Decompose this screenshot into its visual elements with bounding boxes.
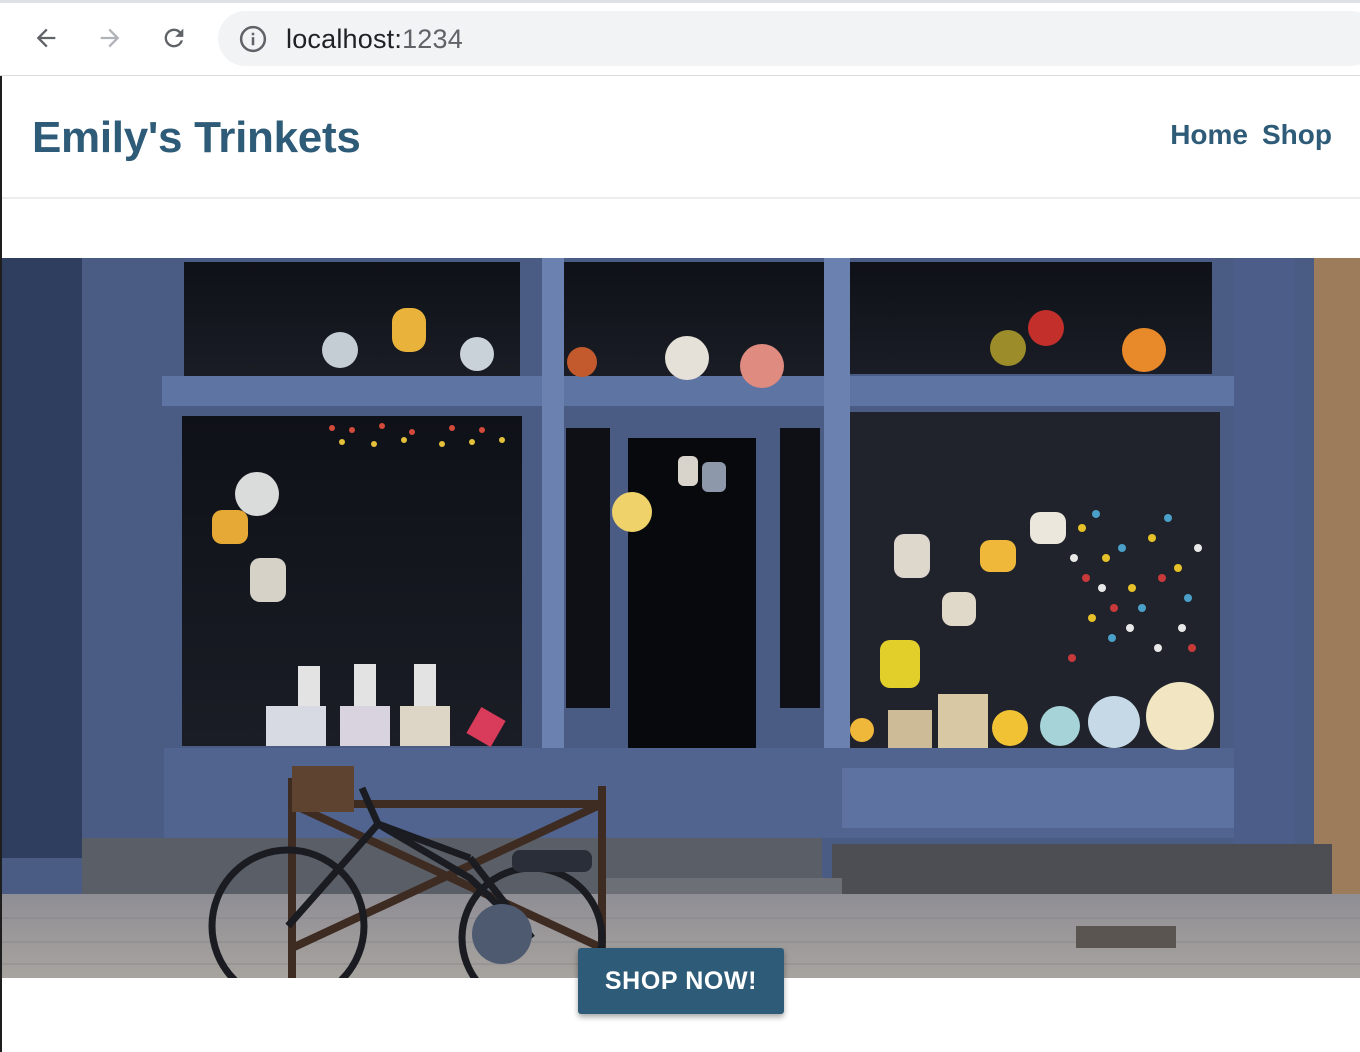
- reload-icon[interactable]: [156, 20, 192, 56]
- forward-arrow-icon[interactable]: [92, 20, 128, 56]
- hero-image: [2, 258, 1360, 978]
- address-bar[interactable]: localhost:1234: [218, 11, 1360, 66]
- back-arrow-icon[interactable]: [28, 20, 64, 56]
- site-brand[interactable]: Emily's Trinkets: [32, 113, 361, 163]
- main-nav: Home Shop: [1170, 119, 1332, 151]
- info-icon[interactable]: [238, 24, 268, 54]
- site-header: Emily's Trinkets Home Shop: [2, 77, 1360, 199]
- shop-now-button[interactable]: SHOP NOW!: [578, 948, 784, 1014]
- nav-link-home[interactable]: Home: [1170, 119, 1248, 151]
- url-host: localhost:: [286, 24, 403, 54]
- address-url: localhost:1234: [286, 24, 463, 55]
- nav-link-shop[interactable]: Shop: [1262, 119, 1332, 151]
- url-port: 1234: [402, 24, 463, 54]
- browser-toolbar: localhost:1234: [0, 0, 1360, 76]
- storefront-illustration: [2, 258, 1360, 978]
- tab-strip-edge: [0, 0, 1360, 3]
